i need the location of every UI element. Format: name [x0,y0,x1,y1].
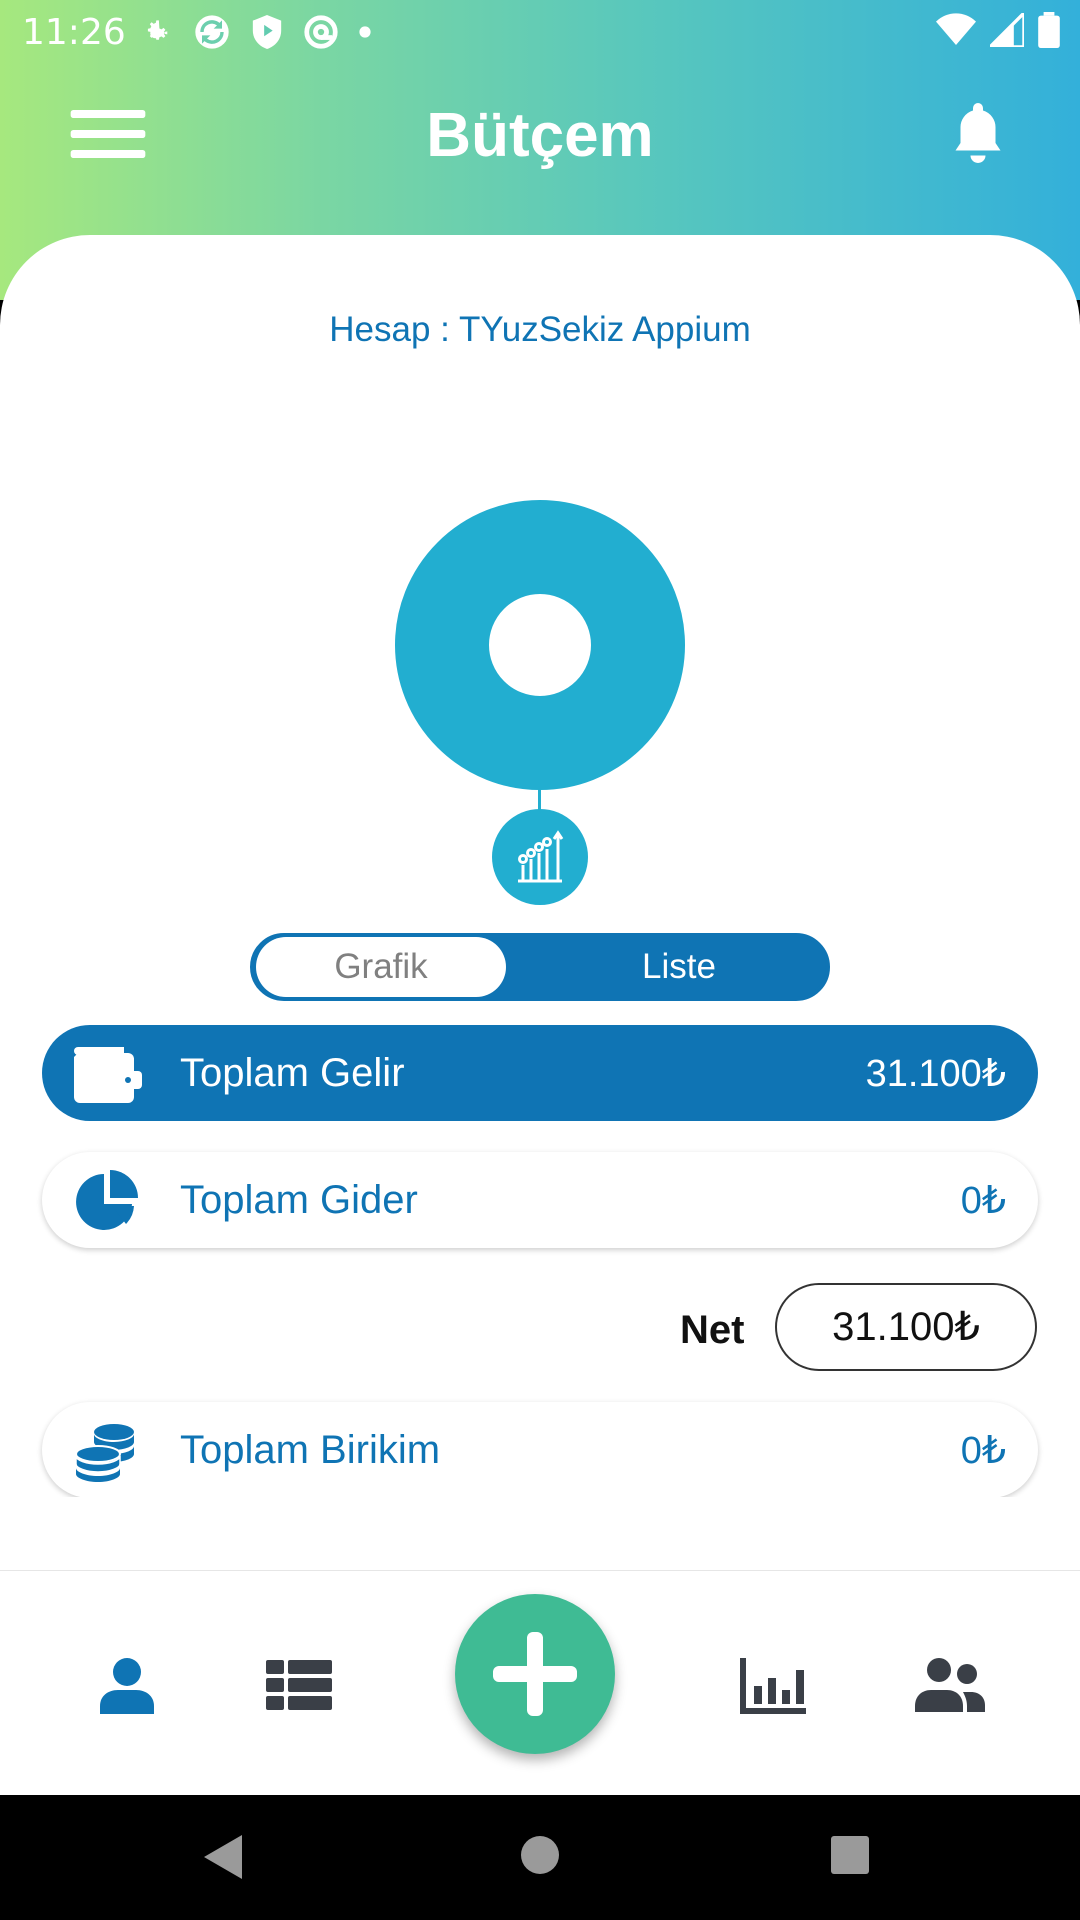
donut-chart[interactable] [395,500,685,790]
growth-chart-icon [518,830,564,883]
list-fade-edge [0,1497,1080,1537]
savings-value: 0₺ [960,1429,1006,1472]
sync-app-icon [195,15,229,49]
chart-badge [492,809,588,905]
donut-ring [395,500,685,790]
main-content: Hesap : TYuzSekiz Appium Grafik Liste To… [0,235,1080,1570]
shield-play-icon [252,15,282,49]
bell-icon [955,103,1001,163]
income-card[interactable]: Toplam Gelir 31.100₺ [42,1025,1038,1121]
app-title: Bütçem [426,101,654,170]
person-icon [100,1658,154,1714]
status-time: 11:26 [22,12,126,53]
home-icon[interactable] [520,1835,560,1875]
nav-reports[interactable] [738,1656,808,1716]
battery-icon [1038,12,1060,48]
expense-label: Toplam Gider [180,1177,418,1222]
add-transaction-button[interactable] [455,1594,615,1754]
coins-icon [75,1424,134,1482]
savings-card[interactable]: Toplam Birikim 0₺ [42,1402,1038,1498]
settings-icon [147,20,168,40]
account-name: Hesap : TYuzSekiz Appium [329,310,751,349]
toggle-liste[interactable]: Liste [544,937,814,997]
nav-list[interactable] [264,1656,334,1716]
net-label: Net [680,1308,745,1352]
income-label: Toplam Gelir [180,1050,405,1095]
expense-value: 0₺ [960,1179,1006,1222]
pie-chart-icon [76,1170,138,1230]
wallet-icon [74,1047,142,1103]
back-icon[interactable] [202,1833,246,1881]
view-toggle: Grafik Liste [250,933,830,1001]
net-value: 31.100₺ [775,1283,1037,1371]
nav-users[interactable] [915,1656,985,1716]
bottom-navigation [0,1570,1080,1795]
dot-icon [359,26,371,38]
system-status-icons [936,12,1060,48]
bar-chart-icon [740,1658,806,1714]
nav-profile[interactable] [92,1656,162,1716]
signal-icon [990,13,1024,47]
users-icon [915,1658,985,1712]
app-bar: Bütçem [0,80,1080,190]
list-icon [266,1660,332,1710]
notification-icons [140,12,372,52]
recents-icon[interactable] [830,1835,870,1875]
expense-card[interactable]: Toplam Gider 0₺ [42,1152,1038,1248]
add-icon [493,1632,577,1716]
wifi-icon [936,13,976,45]
at-sign-icon [304,15,338,49]
income-value: 31.100₺ [865,1052,1006,1095]
toggle-grafik[interactable]: Grafik [256,937,506,997]
savings-label: Toplam Birikim [180,1427,441,1472]
system-navigation-bar [0,1795,1080,1920]
status-bar: 11:26 [0,0,1080,64]
notifications-button[interactable] [948,100,1018,170]
